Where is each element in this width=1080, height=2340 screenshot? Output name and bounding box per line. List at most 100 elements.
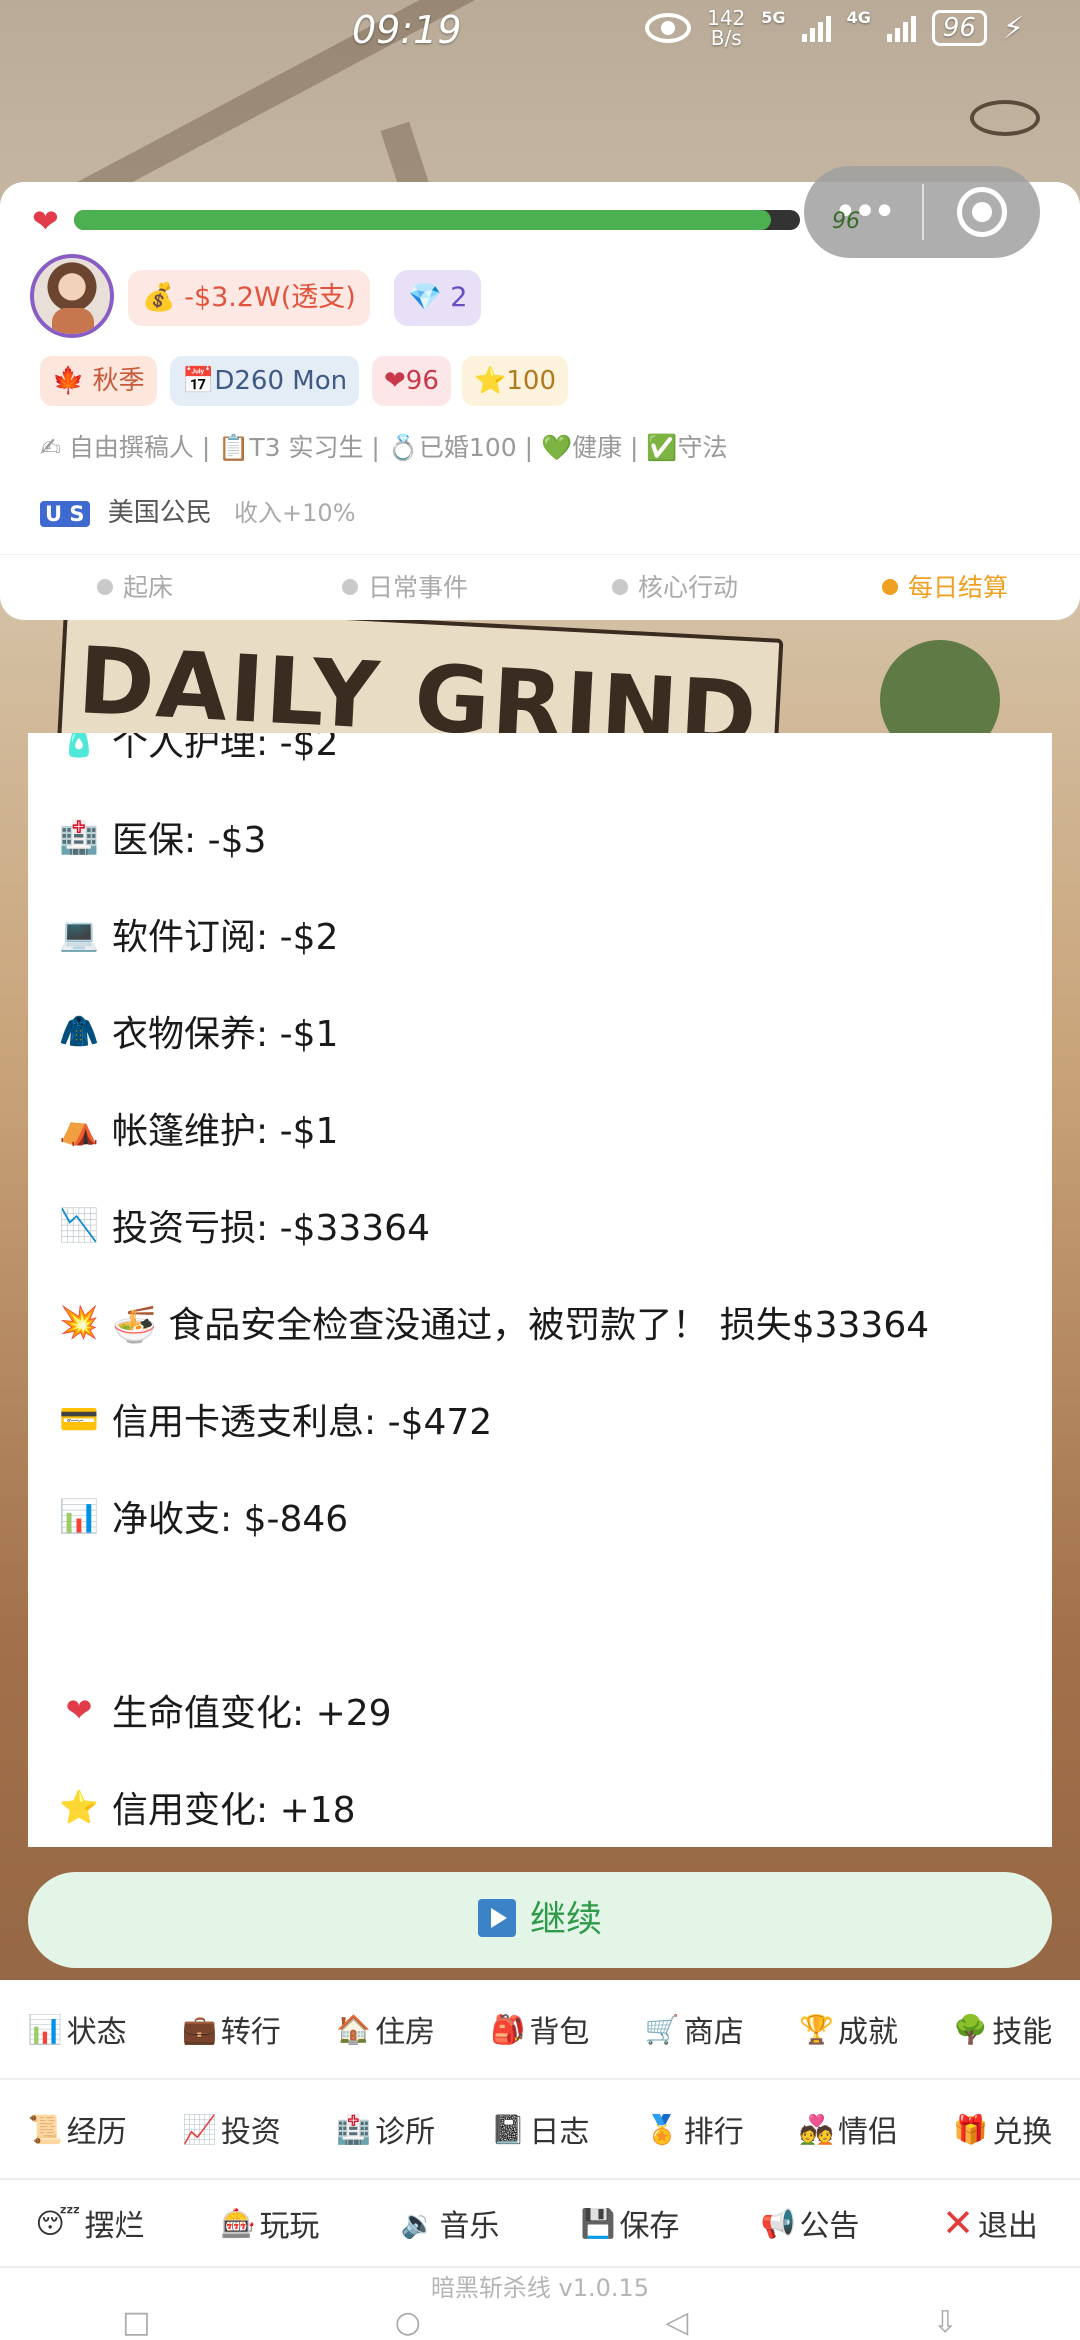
credit-card-icon: 💳 <box>59 1399 99 1438</box>
lotion-icon: 🧴 <box>59 733 99 759</box>
gem-badge: 💎 2 <box>394 270 482 326</box>
slot-machine-icon: 🎰 <box>220 2206 256 2240</box>
menu-shop[interactable]: 🛒 商店 <box>617 1980 771 2078</box>
notebook-icon: 📓 <box>490 2112 526 2146</box>
hide-keyboard-icon[interactable]: ⇩ <box>933 2305 958 2340</box>
phase-daily-events: 日常事件 <box>270 555 540 620</box>
menu-housing[interactable]: 🏠 住房 <box>309 1980 463 2078</box>
menu-redeem[interactable]: 🎁 兑换 <box>926 2080 1080 2178</box>
heart-icon: ❤ <box>65 1690 93 1729</box>
log-line: 📊 净收支: $-846 <box>59 1496 349 1540</box>
log-spacer <box>28 1564 1052 1661</box>
menu-career-change[interactable]: 💼 转行 <box>154 1980 308 2078</box>
more-menu-button[interactable]: ••• 96 <box>804 189 922 235</box>
bottom-menu: 📊 状态 💼 转行 🏠 住房 🎒 背包 🛒 商店 🏆 成就 🌳 技能 📜 经历 📈 投资 🏥 诊所 … <box>0 1980 1080 2340</box>
cart-icon: 🛒 <box>644 2012 680 2046</box>
hp-tag: ❤96 <box>372 356 451 406</box>
hospital-icon: 🏥 <box>59 817 99 856</box>
avatar[interactable] <box>30 254 114 338</box>
log-line: 🧥 衣物保养: -$1 <box>59 1011 339 1055</box>
play-icon <box>477 1899 516 1937</box>
settlement-log[interactable]: 🧴 个人护理: -$2 🏥 医保: -$3 💻 软件订阅: -$2 🧥 衣物保养: -$… <box>28 733 1052 1847</box>
log-line: ❤ 生命值变化: +29 <box>28 1661 1052 1758</box>
home-icon[interactable]: ○ <box>395 2305 421 2340</box>
menu-journal[interactable]: 📓 日志 <box>463 2080 617 2178</box>
menu-achievements[interactable]: 🏆 成就 <box>771 1980 925 2078</box>
player-status-panel: ❤ ••• 96 💰 -$3.2W(透支) 💎 2 🍁 秋季 📅D260 Mon … <box>0 166 1080 620</box>
menu-clinic[interactable]: 🏥 诊所 <box>309 2080 463 2178</box>
menu-history[interactable]: 📜 经历 <box>0 2080 154 2178</box>
gift-icon: 🎁 <box>953 2112 989 2146</box>
phase-core-actions: 核心行动 <box>540 555 810 620</box>
log-line: 🧴 个人护理: -$2 <box>28 733 1052 788</box>
network-5g-label: 5G <box>761 8 786 27</box>
system-status-bar: 09:19 142 B/s 5G 4G 96 ⚡ <box>0 0 1080 62</box>
tree-icon: 🌳 <box>953 2012 989 2046</box>
log-line: 💥 🍜 食品安全检查没通过，被罚款了！ 损失$33364 <box>59 1302 930 1346</box>
couple-icon: 💑 <box>799 2112 834 2146</box>
citizenship-bonus: 收入+10% <box>234 499 356 527</box>
us-flag-icon: U S <box>40 501 90 527</box>
scroll-icon: 📜 <box>27 2112 63 2146</box>
menu-skills[interactable]: 🌳 技能 <box>926 1980 1080 2078</box>
laptop-icon: 💻 <box>59 914 99 953</box>
battery-level: 96 <box>931 10 987 46</box>
recent-apps-icon[interactable]: □ <box>122 2305 150 2340</box>
log-line: 💳 信用卡透支利息: -$472 <box>59 1399 493 1443</box>
hp-bar <box>74 210 800 230</box>
hospital-icon: 🏥 <box>336 2112 372 2146</box>
log-line: 🏥 医保: -$3 <box>59 817 267 861</box>
log-line: ⛺ 帐篷维护: -$1 <box>59 1108 339 1152</box>
trophy-icon: 🏆 <box>799 2012 834 2046</box>
hp-bar-fill <box>74 210 771 230</box>
briefcase-icon: 💼 <box>181 2012 217 2046</box>
back-icon[interactable]: ◁ <box>665 2305 688 2340</box>
megaphone-icon: 📢 <box>760 2206 796 2240</box>
coat-icon: 🧥 <box>59 1011 99 1050</box>
menu-announcement[interactable]: 📢 公告 <box>720 2180 900 2266</box>
bar-chart-icon: 📊 <box>59 1496 99 1535</box>
menu-partner[interactable]: 💑 情侣 <box>771 2080 925 2178</box>
eye-icon <box>645 13 692 43</box>
tent-icon: ⛺ <box>59 1108 99 1147</box>
menu-ranking[interactable]: 🏅 排行 <box>617 2080 771 2178</box>
menu-slack-off[interactable]: 😴 摆烂 <box>0 2180 180 2266</box>
menu-save[interactable]: 💾 保存 <box>540 2180 720 2266</box>
continue-button[interactable]: 继续 <box>28 1872 1052 1968</box>
version-label: 暗黑斩杀线 v1.0.15 <box>430 2274 650 2302</box>
signal-icon <box>886 14 916 42</box>
floppy-disk-icon: 💾 <box>580 2206 616 2240</box>
explosion-icon: 💥 <box>59 1302 99 1341</box>
log-line: ⭐ 信用变化: +18 <box>59 1787 356 1831</box>
star-icon: ⭐ <box>59 1787 99 1826</box>
charging-icon: ⚡ <box>1002 10 1024 46</box>
citizenship-line: U S 美国公民 收入+10% <box>40 492 356 529</box>
credit-tag: ⭐100 <box>462 356 568 406</box>
clock: 09:19 <box>352 8 462 52</box>
menu-music[interactable]: 🔉 音乐 <box>360 2180 540 2266</box>
chart-down-icon: 📉 <box>59 1205 99 1244</box>
close-icon: ✕ <box>942 2201 974 2245</box>
menu-play[interactable]: 🎰 玩玩 <box>180 2180 360 2266</box>
backpack-icon: 🎒 <box>490 2012 526 2046</box>
speaker-icon: 🔉 <box>400 2206 436 2240</box>
sleepy-face-icon: 😴 <box>35 2206 81 2240</box>
miniprogram-capsule: ••• 96 <box>804 166 1040 258</box>
medal-icon: 🏅 <box>644 2112 680 2146</box>
house-icon: 🏠 <box>336 2012 372 2046</box>
citizenship-label: 美国公民 <box>107 498 212 528</box>
network-speed: 142 B/s <box>707 6 746 50</box>
menu-invest[interactable]: 📈 投资 <box>154 2080 308 2178</box>
menu-backpack[interactable]: 🎒 背包 <box>463 1980 617 2078</box>
system-nav-bar: □ ○ ◁ ⇩ <box>0 2300 1080 2340</box>
day-phase-tabs: 起床 日常事件 核心行动 每日结算 <box>0 554 1080 620</box>
menu-status[interactable]: 📊 状态 <box>0 1980 154 2078</box>
phase-daily-settlement: 每日结算 <box>810 555 1080 620</box>
log-line: 📉 投资亏损: -$33364 <box>59 1205 430 1249</box>
menu-exit[interactable]: ✕ 退出 <box>900 2180 1080 2266</box>
money-badge: 💰 -$3.2W(透支) <box>128 270 370 326</box>
season-tag: 🍁 秋季 <box>40 356 157 406</box>
log-line: 💻 软件订阅: -$2 <box>59 914 339 958</box>
heart-icon: ❤ <box>32 202 59 240</box>
close-miniprogram-button[interactable] <box>924 187 1040 237</box>
